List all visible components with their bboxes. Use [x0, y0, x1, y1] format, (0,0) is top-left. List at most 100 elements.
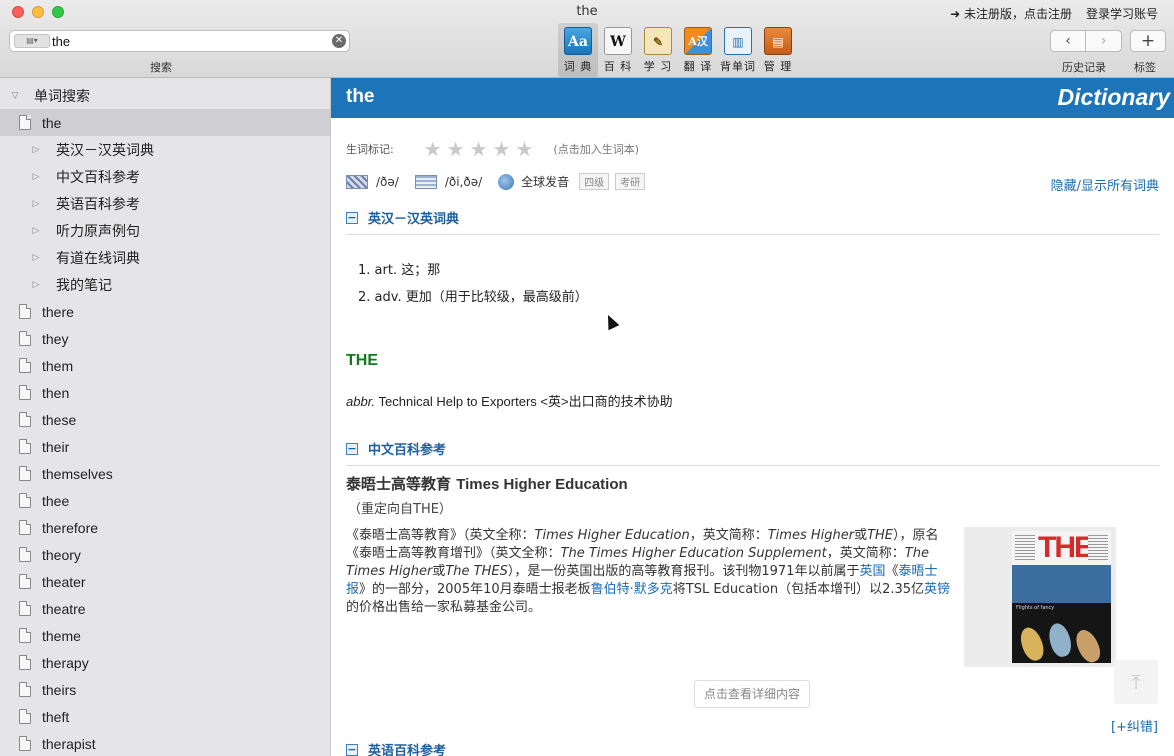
sidebar-word-item[interactable]: therapist: [0, 730, 330, 756]
tool-manage[interactable]: ▤ 管 理: [758, 23, 798, 77]
sidebar-subitem[interactable]: ▷ 有道在线词典: [0, 244, 330, 271]
document-icon: [19, 493, 31, 508]
uk-phonetic: /ðə/: [376, 174, 399, 189]
clear-search-icon[interactable]: ✕: [332, 34, 346, 48]
disclosure-closed-icon[interactable]: ▷: [29, 199, 43, 209]
collapse-icon[interactable]: −: [346, 442, 358, 455]
sidebar-word-item[interactable]: therapy: [0, 649, 330, 676]
sidebar-word-item[interactable]: therefore: [0, 514, 330, 541]
study-icon: ✎: [644, 27, 672, 55]
us-flag-speaker-icon[interactable]: [414, 174, 437, 189]
section-title: 英汉－汉英词典: [368, 212, 460, 227]
login-link[interactable]: 登录学习账号: [1086, 5, 1158, 22]
tool-dict[interactable]: Aa 词 典: [558, 23, 598, 77]
sidebar-subitem[interactable]: ▷ 中文百科参考: [0, 163, 330, 190]
document-icon: [19, 601, 31, 616]
sidebar-item-selected[interactable]: the: [0, 109, 330, 136]
sidebar-word-label: then: [42, 384, 70, 401]
collapse-icon[interactable]: −: [346, 211, 358, 224]
star-icon[interactable]: ★: [470, 139, 488, 159]
search-engine-menu-icon[interactable]: ▤▾: [14, 34, 50, 48]
sidebar-subitem[interactable]: ▷ 英汉－汉英词典: [0, 136, 330, 163]
sidebar-subitem[interactable]: ▷ 我的笔记: [0, 271, 330, 298]
translate-icon: A汉: [684, 27, 712, 55]
back-button[interactable]: ‹: [1050, 30, 1086, 52]
entry-banner: the Dictionary: [331, 78, 1174, 118]
wiki-italic: THE: [867, 528, 894, 543]
global-pronunciation-link[interactable]: 全球发音: [521, 173, 569, 190]
cover-logo: THE: [1038, 531, 1094, 564]
pronunciation-row: /ðə/ /ði,ðə/ 全球发音 四级 考研: [346, 173, 646, 190]
wordbook-icon: ▥: [724, 27, 752, 55]
section-header-ec[interactable]: − 英汉－汉英词典: [346, 208, 1159, 235]
magazine-cover-image[interactable]: THE Flights of fancy: [964, 527, 1116, 667]
forward-button[interactable]: ›: [1086, 30, 1122, 52]
report-error-link[interactable]: [+纠错]: [1111, 716, 1158, 735]
add-bookmark-button[interactable]: +: [1130, 30, 1166, 52]
document-icon: [19, 412, 31, 427]
cover-masthead: THE: [1012, 531, 1111, 565]
cover-caption: Flights of fancy: [1016, 605, 1055, 611]
wiki-link[interactable]: 英镑: [924, 582, 950, 597]
document-icon: [19, 439, 31, 454]
sidebar-item-label: the: [42, 114, 62, 131]
section-header-en-wiki[interactable]: − 英语百科参考: [346, 740, 1159, 756]
tool-wiki[interactable]: W 百 科: [598, 23, 638, 77]
wiki-link[interactable]: 鲁伯特·默多克: [591, 582, 673, 597]
search-input[interactable]: [52, 32, 332, 50]
bookmark-caption: 标签: [1134, 61, 1156, 74]
sidebar-word-item[interactable]: then: [0, 379, 330, 406]
vocab-mark-row: 生词标记: ★ ★ ★ ★ ★ (点击加入生词本): [346, 139, 639, 159]
uk-flag-speaker-icon[interactable]: [346, 174, 368, 189]
sidebar-word-item[interactable]: they: [0, 325, 330, 352]
tool-label: 翻 译: [683, 60, 713, 73]
section-title: 中文百科参考: [368, 443, 447, 458]
star-rating[interactable]: ★ ★ ★ ★ ★: [424, 139, 534, 159]
sidebar-subitem[interactable]: ▷ 英语百科参考: [0, 190, 330, 217]
sidebar-word-item[interactable]: themselves: [0, 460, 330, 487]
sidebar-subitem[interactable]: ▷ 听力原声例句: [0, 217, 330, 244]
star-icon[interactable]: ★: [493, 139, 511, 159]
sidebar-word-item[interactable]: their: [0, 433, 330, 460]
disclosure-closed-icon[interactable]: ▷: [29, 226, 43, 236]
definition-item: 2. adv. 更加（用于比较级，最高级前）: [358, 290, 588, 305]
tool-learn[interactable]: ✎ 学 习: [638, 23, 678, 77]
sidebar-word-item[interactable]: theory: [0, 541, 330, 568]
sidebar-word-label: theory: [42, 546, 81, 563]
tool-vocab[interactable]: ▥ 背单词: [718, 23, 758, 77]
view-details-button[interactable]: 点击查看详细内容: [694, 680, 810, 708]
disclosure-closed-icon[interactable]: ▷: [29, 253, 43, 263]
sidebar-word-item[interactable]: theater: [0, 568, 330, 595]
search-caption: 搜索: [150, 61, 172, 74]
sidebar-word-item[interactable]: these: [0, 406, 330, 433]
document-icon: [19, 331, 31, 346]
scroll-to-top-icon[interactable]: ⤒: [1114, 660, 1158, 704]
toggle-all-dictionaries-link[interactable]: 隐藏/显示所有词典: [1051, 175, 1159, 194]
dictionary-icon: Aa: [564, 27, 592, 55]
sidebar-word-label: therapist: [42, 735, 96, 752]
sidebar-word-item[interactable]: them: [0, 352, 330, 379]
search-box: ▤▾ ✕: [9, 30, 350, 52]
sidebar-word-item[interactable]: thee: [0, 487, 330, 514]
star-icon[interactable]: ★: [515, 139, 533, 159]
star-icon[interactable]: ★: [424, 139, 442, 159]
star-icon[interactable]: ★: [447, 139, 465, 159]
disclosure-closed-icon[interactable]: ▷: [29, 172, 43, 182]
section-header-wiki[interactable]: − 中文百科参考: [346, 439, 1159, 466]
document-icon: [19, 574, 31, 589]
wiki-link[interactable]: 英国: [859, 564, 885, 579]
collapse-icon[interactable]: −: [346, 743, 358, 756]
disclosure-open-icon[interactable]: ▽: [8, 91, 22, 101]
sidebar-word-item[interactable]: theft: [0, 703, 330, 730]
sidebar-word-item[interactable]: there: [0, 298, 330, 325]
globe-icon[interactable]: [498, 173, 515, 190]
us-phonetic: /ði,ðə/: [444, 174, 483, 189]
sidebar-word-item[interactable]: theirs: [0, 676, 330, 703]
disclosure-closed-icon[interactable]: ▷: [29, 145, 43, 155]
register-link[interactable]: ➜ 未注册版，点击注册: [950, 5, 1072, 22]
tool-translate[interactable]: A汉 翻 译: [678, 23, 718, 77]
sidebar-word-item[interactable]: theatre: [0, 595, 330, 622]
sidebar-word-item[interactable]: theme: [0, 622, 330, 649]
sidebar-root[interactable]: ▽ 单词搜索: [0, 82, 330, 109]
disclosure-closed-icon[interactable]: ▷: [29, 280, 43, 290]
